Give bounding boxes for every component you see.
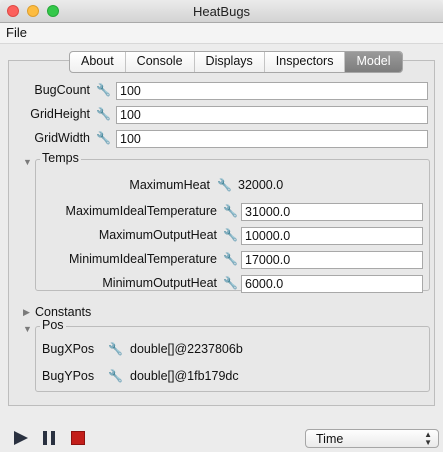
maxoutputheat-field[interactable]: 10000.0 (241, 227, 423, 245)
gridwidth-label: GridWidth (34, 131, 90, 145)
wrench-icon[interactable]: 🔧 (108, 369, 123, 383)
time-select-value: Time (316, 432, 344, 446)
app-window: HeatBugs File BugCount 🔧 100 GridHeight … (0, 0, 443, 452)
wrench-icon[interactable]: 🔧 (96, 131, 111, 145)
pos-title: Pos (40, 318, 66, 332)
wrench-icon[interactable]: 🔧 (223, 252, 238, 266)
bugxpos-value: double[]@2237806b (130, 342, 243, 356)
title-bar: HeatBugs (0, 0, 443, 23)
constants-title[interactable]: Constants (35, 305, 91, 319)
tab-console[interactable]: Console (126, 52, 195, 72)
gridheight-label: GridHeight (30, 107, 90, 121)
bugxpos-label: BugXPos (42, 342, 95, 356)
stop-icon[interactable] (71, 431, 85, 445)
minidealtemp-label: MinimumIdealTemperature (69, 252, 217, 266)
wrench-icon[interactable]: 🔧 (217, 178, 232, 192)
minidealtemp-field[interactable]: 17000.0 (241, 251, 423, 269)
maxoutputheat-label: MaximumOutputHeat (98, 228, 217, 242)
tab-inspectors[interactable]: Inspectors (265, 52, 346, 72)
bugcount-label: BugCount (34, 83, 90, 97)
temps-group: Temps MaximumHeat 🔧 32000.0 MaximumIdeal… (35, 151, 430, 293)
time-select[interactable]: Time ▲ ▼ (305, 429, 439, 448)
pos-disclosure-triangle[interactable]: ▼ (23, 324, 32, 334)
wrench-icon[interactable]: 🔧 (223, 276, 238, 290)
constants-disclosure-triangle[interactable]: ▶ (23, 307, 30, 318)
temps-disclosure-triangle[interactable]: ▼ (23, 157, 32, 167)
wrench-icon[interactable]: 🔧 (96, 107, 111, 121)
bugypos-label: BugYPos (42, 369, 95, 383)
maxidealtemp-field[interactable]: 31000.0 (241, 203, 423, 221)
maximumheat-value: 32000.0 (238, 178, 284, 192)
minoutputheat-label: MinimumOutputHeat (102, 276, 217, 290)
window-title: HeatBugs (192, 4, 251, 19)
tab-model[interactable]: Model (345, 52, 402, 72)
pos-group: Pos BugXPos 🔧 double[]@2237806b BugYPos … (35, 318, 430, 392)
play-icon[interactable] (14, 431, 28, 445)
bugcount-field[interactable]: 100 (116, 82, 428, 100)
wrench-icon[interactable]: 🔧 (223, 204, 238, 218)
wrench-icon[interactable]: 🔧 (108, 342, 123, 356)
simulation-controls: Time ▲ ▼ (0, 420, 443, 452)
pause-icon[interactable] (42, 431, 56, 445)
temps-title: Temps (40, 151, 81, 165)
minoutputheat-field[interactable]: 6000.0 (241, 275, 423, 293)
maxidealtemp-label: MaximumIdealTemperature (65, 204, 217, 218)
menu-bar: File (0, 23, 443, 44)
gridwidth-field[interactable]: 100 (116, 130, 428, 148)
updown-arrows-icon: ▲ ▼ (424, 430, 432, 447)
maximumheat-label: MaximumHeat (129, 178, 210, 192)
tab-bar: About Console Displays Inspectors Model (69, 51, 403, 73)
tab-displays[interactable]: Displays (195, 52, 265, 72)
model-panel: BugCount 🔧 100 GridHeight 🔧 100 GridWidt… (8, 60, 435, 406)
wrench-icon[interactable]: 🔧 (96, 83, 111, 97)
tab-about[interactable]: About (70, 52, 126, 72)
bugypos-value: double[]@1fb179dc (130, 369, 239, 383)
gridheight-field[interactable]: 100 (116, 106, 428, 124)
wrench-icon[interactable]: 🔧 (223, 228, 238, 242)
menu-file[interactable]: File (6, 25, 27, 40)
